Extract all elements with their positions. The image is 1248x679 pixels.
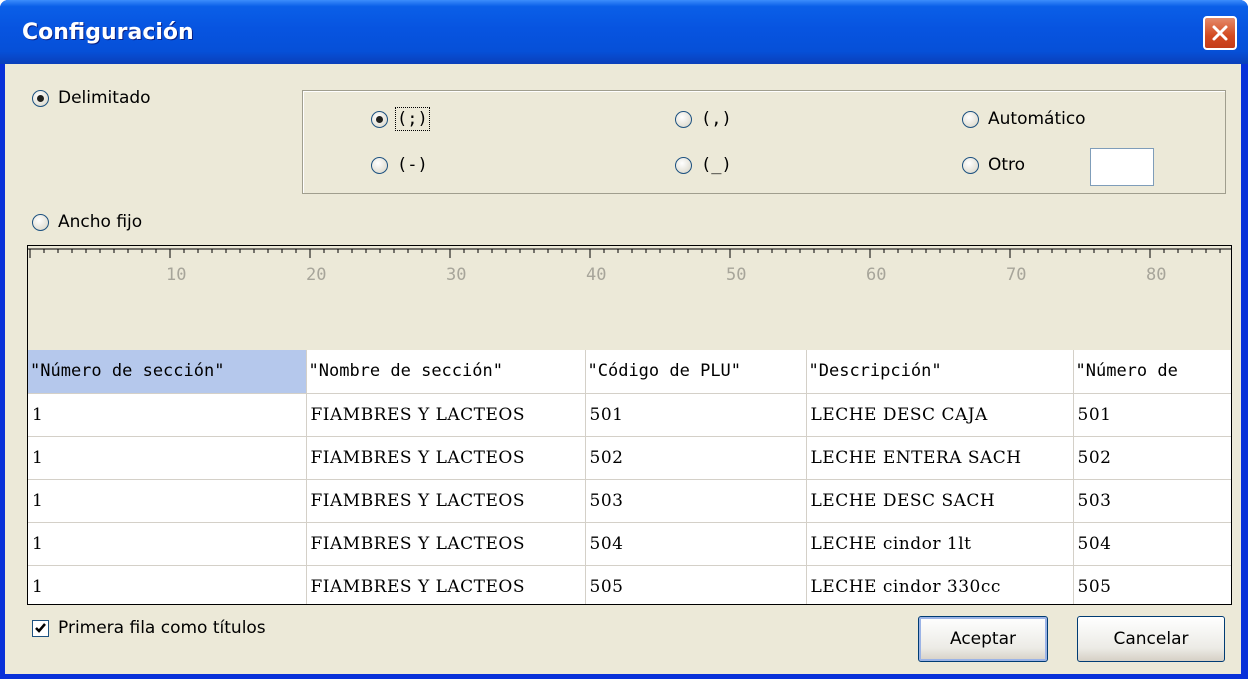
preview-cell: 505 — [585, 565, 807, 604]
preview-header-cell[interactable]: "Número de sección" — [28, 350, 307, 394]
preview-header-cell[interactable]: "Número de — [1073, 350, 1231, 394]
close-icon — [1212, 25, 1228, 41]
cancel-button[interactable]: Cancelar — [1077, 616, 1225, 662]
preview-cell: 501 — [1073, 393, 1231, 437]
preview-row: 1 FIAMBRES Y LACTEOS 501 LECHE DESC CAJA 501 — [28, 393, 1231, 437]
radio-ancho-fijo-label: Ancho fijo — [58, 212, 143, 232]
accept-button[interactable]: Aceptar — [918, 616, 1048, 662]
configuracion-dialog: Configuración Delimitado Ancho fijo (;) … — [0, 0, 1248, 679]
preview-cell: LECHE DESC CAJA — [806, 393, 1074, 437]
radio-hyphen-label: (-) — [397, 155, 428, 175]
preview-row: 1 FIAMBRES Y LACTEOS 502 LECHE ENTERA SACH 5… — [28, 436, 1231, 480]
checkmark-icon — [35, 622, 46, 633]
preview-row: 1 FIAMBRES Y LACTEOS 504 LECHE cindor 1lt 50… — [28, 522, 1231, 566]
preview-row: 1 FIAMBRES Y LACTEOS 505 LECHE cindor 330cc… — [28, 565, 1231, 604]
ruler-label: 20 — [306, 265, 326, 285]
radio-underscore-indicator[interactable] — [675, 156, 692, 174]
preview-cell: 504 — [585, 522, 807, 566]
delimiter-group — [302, 90, 1226, 194]
ruler-ticks — [29, 249, 1221, 258]
column-ruler[interactable]: 10 20 30 40 50 60 70 80 — [28, 246, 1232, 306]
preview-cell: 1 — [28, 436, 307, 480]
ruler-label: 30 — [446, 265, 466, 285]
ruler-label: 40 — [586, 265, 606, 285]
radio-hyphen-indicator[interactable] — [371, 156, 388, 174]
preview-cell: LECHE cindor 1lt — [806, 522, 1074, 566]
preview-header-row: "Número de sección" "Nombre de sección" "C… — [28, 350, 1231, 394]
preview-cell: 502 — [1073, 436, 1231, 480]
first-row-titles-checkbox[interactable] — [32, 619, 49, 637]
preview-cell: 504 — [1073, 522, 1231, 566]
preview-cell: 503 — [1073, 479, 1231, 523]
preview-cell: 1 — [28, 393, 307, 437]
radio-delimitado-indicator[interactable] — [32, 89, 49, 107]
preview-header-cell[interactable]: "Descripción" — [806, 350, 1074, 394]
title-bar[interactable]: Configuración — [0, 0, 1248, 64]
radio-comma-indicator[interactable] — [675, 110, 692, 128]
radio-otro[interactable]: Otro — [962, 155, 1025, 175]
preview-cell: FIAMBRES Y LACTEOS — [306, 522, 586, 566]
radio-delimitado-label: Delimitado — [58, 88, 151, 108]
first-row-titles-option[interactable]: Primera fila como títulos — [32, 618, 266, 638]
radio-underscore[interactable]: (_) — [675, 155, 732, 175]
radio-underscore-label: (_) — [701, 155, 732, 175]
radio-otro-label: Otro — [988, 155, 1026, 175]
first-row-titles-label: Primera fila como títulos — [58, 618, 266, 638]
ruler-label: 80 — [1146, 265, 1166, 285]
radio-automatico-indicator[interactable] — [962, 110, 979, 128]
radio-hyphen[interactable]: (-) — [371, 155, 428, 175]
preview-cell: 501 — [585, 393, 807, 437]
radio-ancho-fijo-indicator[interactable] — [32, 213, 49, 231]
radio-semicolon[interactable]: (;) — [371, 107, 430, 131]
close-button[interactable] — [1203, 16, 1237, 50]
preview-cell: 1 — [28, 479, 307, 523]
preview-cell: 1 — [28, 565, 307, 604]
radio-comma-label: (,) — [701, 109, 732, 129]
preview-cell: 502 — [585, 436, 807, 480]
preview-cell: LECHE DESC SACH — [806, 479, 1074, 523]
preview-cell: LECHE ENTERA SACH — [806, 436, 1074, 480]
preview-cell: 505 — [1073, 565, 1231, 604]
ruler-labels: 10 20 30 40 50 60 70 80 — [166, 265, 1166, 285]
preview-cell: FIAMBRES Y LACTEOS — [306, 565, 586, 604]
preview-header-cell[interactable]: "Nombre de sección" — [306, 350, 586, 394]
ruler-label: 10 — [166, 265, 186, 285]
preview-table[interactable]: "Número de sección" "Nombre de sección" "C… — [28, 350, 1231, 604]
preview-cell: 1 — [28, 522, 307, 566]
window-title: Configuración — [22, 20, 194, 45]
preview-cell: 503 — [585, 479, 807, 523]
preview-row: 1 FIAMBRES Y LACTEOS 503 LECHE DESC SACH 503 — [28, 479, 1231, 523]
preview-cell: FIAMBRES Y LACTEOS — [306, 393, 586, 437]
radio-comma[interactable]: (,) — [675, 109, 732, 129]
dialog-body: Delimitado Ancho fijo (;) (,) Automático… — [5, 64, 1241, 674]
otro-input[interactable] — [1090, 148, 1154, 186]
ruler-label: 60 — [866, 265, 886, 285]
preview-panel[interactable]: 10 20 30 40 50 60 70 80 "Número de sección" "Nom… — [27, 245, 1232, 605]
preview-header-cell[interactable]: "Código de PLU" — [585, 350, 807, 394]
ruler-label: 70 — [1006, 265, 1026, 285]
radio-otro-indicator[interactable] — [962, 156, 979, 174]
radio-semicolon-indicator[interactable] — [371, 110, 388, 128]
ruler-label: 50 — [726, 265, 746, 285]
preview-cell: LECHE cindor 330cc — [806, 565, 1074, 604]
radio-automatico[interactable]: Automático — [962, 109, 1086, 129]
radio-automatico-label: Automático — [988, 109, 1086, 129]
radio-semicolon-label: (;) — [395, 107, 430, 131]
radio-ancho-fijo[interactable]: Ancho fijo — [32, 212, 142, 232]
preview-cell: FIAMBRES Y LACTEOS — [306, 479, 586, 523]
preview-cell: FIAMBRES Y LACTEOS — [306, 436, 586, 480]
radio-delimitado[interactable]: Delimitado — [32, 88, 151, 108]
